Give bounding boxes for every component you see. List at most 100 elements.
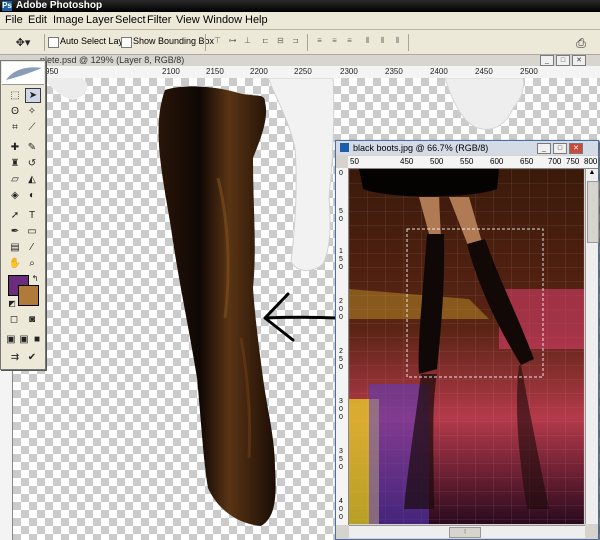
file-browser-icon[interactable]: ⎙ [572,36,590,50]
eyedropper-icon[interactable]: ⁄ [25,241,39,254]
distribute-hcenter-icon[interactable]: ⫴ [375,36,390,48]
clone-stamp-icon[interactable]: ♜ [8,157,22,170]
menu-layer[interactable]: Layer [86,14,114,26]
dog-leg-left [43,78,88,100]
app-title-bar: Ps Adobe Photoshop [0,0,600,12]
distribute-top-icon[interactable]: ≡ [312,36,327,48]
distribute-bottom-icon[interactable]: ≡ [342,36,357,48]
show-bounding-box-checkbox[interactable] [121,37,132,48]
ruler-label: 2300 [340,67,358,76]
standard-mode-icon[interactable]: ◻ [7,313,21,326]
ruler-label: 5 [339,208,343,215]
ruler-label: 0 [339,170,343,177]
close-button[interactable]: ✕ [569,143,583,154]
show-bounding-box-label: Show Bounding Box [133,36,215,46]
menu-edit[interactable]: Edit [28,14,47,26]
main-document-title[interactable]: plete.psd @ 129% (Layer 8, RGB/8) [40,55,600,66]
boots-photo-canvas[interactable] [349,169,584,524]
screen-mode-standard-icon[interactable]: ▣ [4,333,18,346]
maximize-button[interactable]: □ [556,55,570,66]
magic-wand-tool-icon[interactable]: ✧ [25,105,39,118]
quick-mask-icon[interactable]: ◙ [25,313,39,326]
screen-mode-menu-icon[interactable]: ▣ [17,333,31,346]
ruler-label: 4 [339,498,343,505]
menu-view[interactable]: View [176,14,200,26]
healing-brush-icon[interactable]: ✚ [8,141,22,154]
ruler-label: 2200 [250,67,268,76]
default-colors-icon[interactable]: ◩ [5,297,19,310]
vertical-scrollbar[interactable]: ▲ [585,169,599,524]
photoshop-icon [340,143,349,152]
crop-tool-icon[interactable]: ⌗ [8,121,22,134]
dodge-tool-icon[interactable]: ◐ [25,189,39,202]
brush-tool-icon[interactable]: ✎ [25,141,39,154]
scroll-thumb[interactable] [587,181,599,243]
pen-tool-icon[interactable]: ✒ [8,225,22,238]
distribute-left-icon[interactable]: ⫴ [360,36,375,48]
menu-image[interactable]: Image [53,14,84,26]
boots-document-window: black boots.jpg @ 66.7% (RGB/8) _ □ ✕ 50… [335,140,599,540]
align-bottom-icon[interactable]: ⊥ [240,36,255,48]
slice-tool-icon[interactable]: ⟋ [25,121,39,134]
swap-colors-icon[interactable]: ↰ [28,272,42,285]
menu-help[interactable]: Help [245,14,268,26]
history-brush-icon[interactable]: ↺ [25,157,39,170]
ruler-label: 1 [339,248,343,255]
scroll-up-icon[interactable]: ▲ [587,169,597,179]
marquee-tool-icon[interactable]: ⬚ [8,89,22,102]
blur-tool-icon[interactable]: ◈ [8,189,22,202]
paint-bucket-icon[interactable]: ◭ [25,173,39,186]
background-color-swatch[interactable] [18,285,39,306]
ruler-label: 0 [339,514,343,521]
shape-tool-icon[interactable]: ▭ [25,225,39,238]
zoom-tool-icon[interactable]: ⌕ [25,257,39,270]
align-right-icon[interactable]: ⊐ [288,36,303,48]
align-left-icon[interactable]: ⊏ [258,36,273,48]
align-top-icon[interactable]: ⊤ [210,36,225,48]
close-button[interactable]: ✕ [572,55,586,66]
options-bar: ✥▾ Auto Select Layer Show Bounding Box ⊤… [0,30,600,55]
ruler-label: 0 [339,406,343,413]
menu-window[interactable]: Window [203,14,242,26]
black-boot [158,86,276,526]
path-selection-icon[interactable]: ➚ [8,209,22,222]
distribute-right-icon[interactable]: ⫴ [390,36,405,48]
ruler-label: 2450 [475,67,493,76]
ruler-label: 750 [566,157,580,166]
move-tool-preset-icon[interactable]: ✥▾ [12,36,34,49]
skirt [359,169,499,197]
minimize-button[interactable]: _ [540,55,554,66]
ruler-label: 2 [339,348,343,355]
ruler-label: 2250 [294,67,312,76]
align-hcenter-icon[interactable]: ⊟ [273,36,288,48]
eraser-tool-icon[interactable]: ▱ [8,173,22,186]
menu-filter[interactable]: Filter [147,14,171,26]
menu-select[interactable]: Select [115,14,146,26]
dog-leg-right [444,78,524,130]
ruler-label: 2100 [162,67,180,76]
adobe-feather-logo[interactable] [2,62,44,85]
notes-tool-icon[interactable]: ▤ [8,241,22,254]
scroll-thumb-grip[interactable]: ⦙ [449,527,481,538]
align-vcenter-icon[interactable]: ⊶ [225,36,240,48]
ruler-label: 2150 [206,67,224,76]
distribute-vcenter-icon[interactable]: ≡ [327,36,342,48]
checkmark-icon[interactable]: ✔ [25,351,39,364]
ruler-label: 0 [339,506,343,513]
screen-mode-full-icon[interactable]: ■ [30,333,44,346]
menu-file[interactable]: File [5,14,23,26]
type-tool-icon[interactable]: T [25,209,39,222]
ruler-label: 3 [339,448,343,455]
horizontal-scrollbar[interactable]: ⦙ [349,525,585,538]
minimize-button[interactable]: _ [537,143,551,154]
lasso-tool-icon[interactable]: ʘ [8,105,22,118]
menu-bar: File Edit Image Layer Select Filter View… [0,12,600,30]
maximize-button[interactable]: □ [553,143,567,154]
hand-tool-icon[interactable]: ✋ [8,257,22,270]
auto-select-layer-checkbox[interactable] [48,37,59,48]
ruler-label: 50 [350,157,359,166]
ruler-label: 450 [400,157,414,166]
jump-to-imageready-icon[interactable]: ⇉ [8,351,22,364]
move-tool-icon[interactable]: ➤ [25,88,41,103]
photoshop-icon: Ps [2,1,12,11]
